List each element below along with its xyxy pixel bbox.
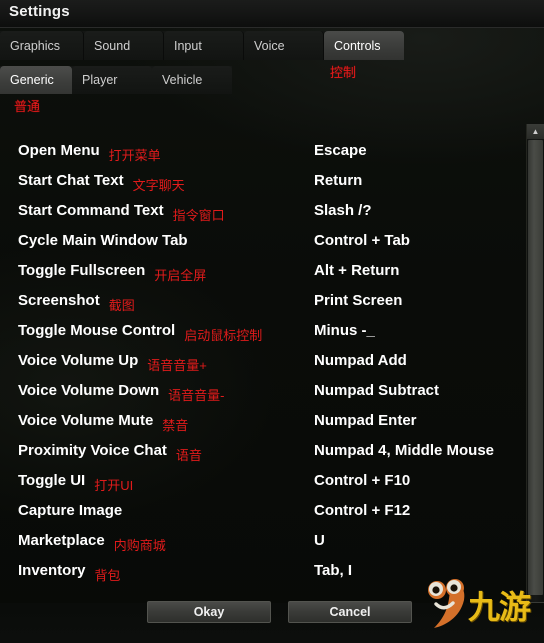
keybinding-annotation: 语音 bbox=[175, 448, 202, 463]
keybinding-row[interactable]: Toggle UI 打开UI Control + F10 bbox=[0, 472, 523, 502]
keybinding-annotation: 开启全屏 bbox=[154, 268, 207, 283]
tab-controls[interactable]: Controls bbox=[324, 31, 404, 60]
cancel-button[interactable]: Cancel bbox=[288, 601, 412, 623]
generic-subtab-annotation: 普通 bbox=[14, 99, 41, 114]
keybinding-row[interactable]: Screenshot 截图 Print Screen bbox=[0, 292, 523, 322]
keybinding-row[interactable]: Voice Volume Mute 禁音 Numpad Enter bbox=[0, 412, 523, 442]
keybinding-annotation: 内购商城 bbox=[113, 538, 166, 553]
keybinding-action-label: Toggle Fullscreen bbox=[18, 262, 146, 279]
keybinding-list[interactable]: Open Menu 打开菜单 Escape Start Chat Text 文字聊天 Re… bbox=[0, 120, 523, 595]
keybinding-key-label[interactable]: Escape bbox=[314, 142, 367, 159]
keybinding-annotation: 打开菜单 bbox=[108, 148, 161, 163]
jiuyou-watermark: 九游 bbox=[420, 568, 540, 632]
keybinding-key-label[interactable]: Control + Tab bbox=[314, 232, 410, 249]
keybinding-action-label: Marketplace bbox=[18, 532, 105, 549]
keybinding-key-label[interactable]: Numpad Enter bbox=[314, 412, 417, 429]
keybinding-key-label[interactable]: Control + F10 bbox=[314, 472, 410, 489]
keybinding-action-label: Start Chat Text bbox=[18, 172, 124, 189]
keybinding-action-label: Start Command Text bbox=[18, 202, 164, 219]
keybinding-annotation: 背包 bbox=[94, 568, 121, 583]
subtab-player[interactable]: Player bbox=[72, 66, 152, 94]
subtab-generic[interactable]: Generic bbox=[0, 66, 72, 94]
okay-button[interactable]: Okay bbox=[147, 601, 271, 623]
keybinding-key-label[interactable]: Numpad Subtract bbox=[314, 382, 439, 399]
keybinding-annotation: 语音音量+ bbox=[147, 358, 207, 373]
keybinding-key-label[interactable]: Numpad 4, Middle Mouse bbox=[314, 442, 494, 459]
sub-tab-bar: Generic Player Vehicle bbox=[0, 66, 232, 94]
keybinding-action-label: Voice Volume Mute bbox=[18, 412, 154, 429]
keybinding-row[interactable]: Proximity Voice Chat 语音 Numpad 4, Middle M… bbox=[0, 442, 523, 472]
title-bar: Settings bbox=[0, 0, 544, 28]
keybinding-key-label[interactable]: Tab, I bbox=[314, 562, 352, 579]
main-tab-bar: Graphics Sound Input Voice Controls bbox=[0, 31, 404, 60]
keybinding-row[interactable]: Toggle Mouse Control 启动鼠标控制 Minus -_ bbox=[0, 322, 523, 352]
tab-sound[interactable]: Sound bbox=[84, 31, 164, 60]
keybinding-action-label: Capture Image bbox=[18, 502, 123, 519]
keybinding-annotation: 启动鼠标控制 bbox=[184, 328, 263, 343]
keybinding-row[interactable]: Voice Volume Up 语音音量+ Numpad Add bbox=[0, 352, 523, 382]
keybinding-action-label: Screenshot bbox=[18, 292, 100, 309]
keybinding-row[interactable]: Start Command Text 指令窗口 Slash /? bbox=[0, 202, 523, 232]
keybinding-action-label: Cycle Main Window Tab bbox=[18, 232, 188, 249]
keybinding-action-label: Toggle Mouse Control bbox=[18, 322, 176, 339]
keybinding-row[interactable]: Capture Image Control + F12 bbox=[0, 502, 523, 532]
keybinding-action-label: Inventory bbox=[18, 562, 86, 579]
keybinding-annotation: 打开UI bbox=[94, 478, 134, 493]
keybinding-key-label[interactable]: Numpad Add bbox=[314, 352, 407, 369]
keybinding-annotation: 文字聊天 bbox=[132, 178, 185, 193]
keybinding-key-label[interactable]: U bbox=[314, 532, 325, 549]
subtab-vehicle[interactable]: Vehicle bbox=[152, 66, 232, 94]
scrollbar-thumb[interactable] bbox=[528, 140, 543, 595]
keybinding-action-label: Open Menu bbox=[18, 142, 100, 159]
controls-tab-annotation: 控制 bbox=[330, 65, 357, 80]
keybinding-row[interactable]: Start Chat Text 文字聊天 Return bbox=[0, 172, 523, 202]
keybinding-key-label[interactable]: Return bbox=[314, 172, 362, 189]
keybinding-row[interactable]: Cycle Main Window Tab Control + Tab bbox=[0, 232, 523, 262]
scroll-up-arrow-icon[interactable]: ▲ bbox=[527, 124, 544, 139]
keybinding-annotation: 禁音 bbox=[162, 418, 189, 433]
tab-voice[interactable]: Voice bbox=[244, 31, 324, 60]
settings-dialog: Settings Graphics Sound Input Voice Controls… bbox=[0, 0, 544, 643]
keybinding-row[interactable]: Open Menu 打开菜单 Escape bbox=[0, 142, 523, 172]
keybinding-annotation: 截图 bbox=[108, 298, 135, 313]
keybinding-annotation: 语音音量- bbox=[168, 388, 225, 403]
keybinding-key-label[interactable]: Slash /? bbox=[314, 202, 372, 219]
keybinding-action-label: Toggle UI bbox=[18, 472, 86, 489]
keybinding-row[interactable]: Toggle Fullscreen 开启全屏 Alt + Return bbox=[0, 262, 523, 292]
keybinding-action-label: Voice Volume Down bbox=[18, 382, 160, 399]
tab-input[interactable]: Input bbox=[164, 31, 244, 60]
page-title: Settings bbox=[9, 3, 70, 20]
keybinding-key-label[interactable]: Print Screen bbox=[314, 292, 402, 309]
tab-graphics[interactable]: Graphics bbox=[0, 31, 84, 60]
keybinding-action-label: Voice Volume Up bbox=[18, 352, 139, 369]
keybinding-annotation: 指令窗口 bbox=[172, 208, 225, 223]
keybinding-row[interactable]: Voice Volume Down 语音音量- Numpad Subtract bbox=[0, 382, 523, 412]
jiuyou-wordmark: 九游 bbox=[468, 589, 531, 625]
keybinding-key-label[interactable]: Control + F12 bbox=[314, 502, 410, 519]
keybinding-key-label[interactable]: Minus -_ bbox=[314, 322, 375, 339]
keybinding-row[interactable]: Marketplace 内购商城 U bbox=[0, 532, 523, 562]
keybinding-key-label[interactable]: Alt + Return bbox=[314, 262, 399, 279]
vertical-scrollbar[interactable]: ▲ ▼ bbox=[526, 124, 544, 617]
keybinding-action-label: Proximity Voice Chat bbox=[18, 442, 167, 459]
